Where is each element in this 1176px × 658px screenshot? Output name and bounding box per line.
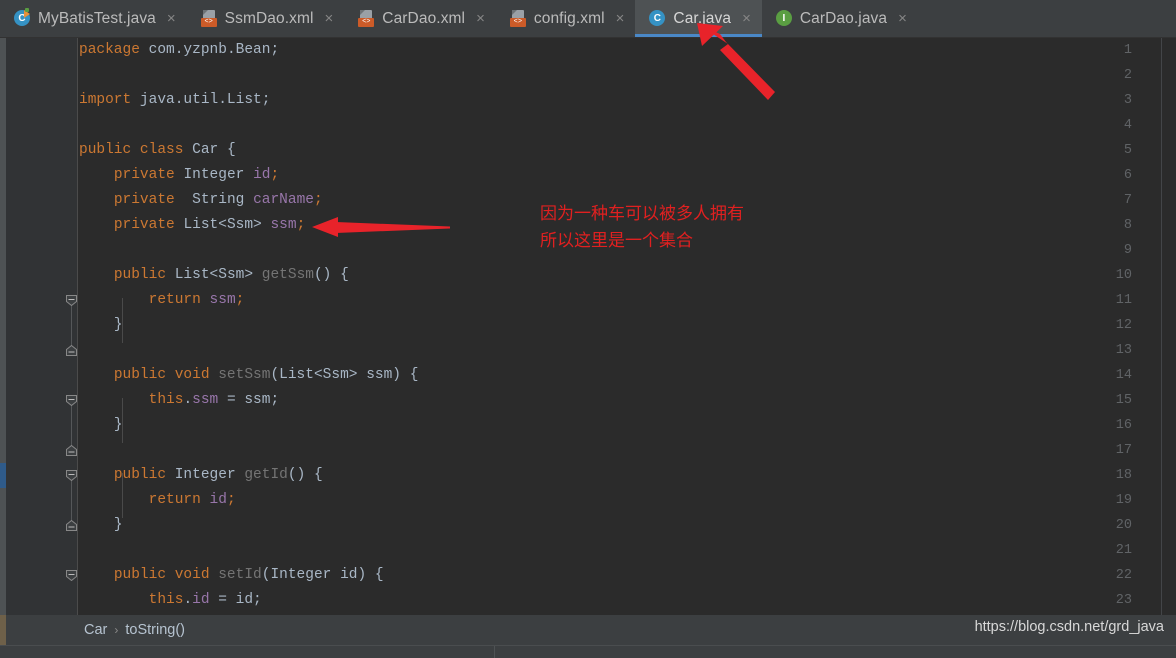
tab-close-icon[interactable]: × bbox=[165, 11, 178, 26]
java-interface-icon: I bbox=[775, 10, 793, 27]
code-line-19: return id; bbox=[148, 492, 236, 508]
code-line-10: public List<Ssm> getSsm() { bbox=[113, 267, 349, 283]
code-line-20: } bbox=[113, 517, 123, 533]
active-tab-underline bbox=[635, 34, 762, 37]
fold-marker-expanded-line-16[interactable] bbox=[66, 438, 77, 463]
status-bar-divider bbox=[494, 646, 495, 658]
breadcrumb-bar: Car › toString() https://blog.csdn.net/g… bbox=[0, 615, 1176, 645]
editor-tab-bar: C MyBatisTest.java × <> SsmDao.xml × <> … bbox=[0, 0, 1176, 38]
code-line-18: public Integer getId() { bbox=[113, 467, 323, 483]
code-line-3: import java.util.List; bbox=[79, 92, 271, 108]
java-test-class-icon: C bbox=[14, 8, 31, 27]
code-editor[interactable]: 1 2 3 4 5 6 7 8 9 10 11 12 13 14 15 16 1… bbox=[0, 38, 1176, 615]
breadcrumb-item-method[interactable]: toString() bbox=[125, 622, 185, 638]
fold-marker-expanded-line-14[interactable] bbox=[66, 388, 77, 413]
tab-label: SsmDao.xml bbox=[224, 9, 314, 27]
fold-marker-expanded-line-10[interactable] bbox=[66, 288, 77, 313]
watermark-url: https://blog.csdn.net/grd_java bbox=[974, 619, 1164, 635]
tab-label: CarDao.xml bbox=[382, 9, 466, 27]
tab-label: config.xml bbox=[533, 9, 605, 27]
annotation-line-1: 因为一种车可以被多人拥有 bbox=[540, 204, 744, 223]
java-class-icon: C bbox=[649, 10, 666, 27]
tab-label: MyBatisTest.java bbox=[38, 9, 156, 27]
annotation-line-2: 所以这里是一个集合 bbox=[540, 231, 693, 250]
code-line-23: this.id = id; bbox=[148, 592, 262, 608]
tab-mybatistest-java[interactable]: C MyBatisTest.java × bbox=[0, 0, 187, 37]
fold-marker-expanded-line-18[interactable] bbox=[66, 463, 77, 488]
tab-cardao-java[interactable]: I CarDao.java × bbox=[761, 0, 918, 37]
code-line-14: public void setSsm(List<Ssm> ssm) { bbox=[113, 367, 419, 383]
status-bar-strip bbox=[0, 645, 1176, 658]
breadcrumb-item-class[interactable]: Car bbox=[84, 622, 107, 638]
tab-config-xml[interactable]: <> config.xml × bbox=[495, 0, 636, 37]
code-line-15: this.ssm = ssm; bbox=[148, 392, 280, 408]
code-line-22: public void setId(Integer id) { bbox=[113, 567, 384, 583]
right-margin-guide bbox=[1161, 38, 1162, 615]
tab-cardao-xml[interactable]: <> CarDao.xml × bbox=[344, 0, 496, 37]
xml-file-icon: <> bbox=[358, 10, 375, 27]
code-line-11: return ssm; bbox=[148, 292, 245, 308]
code-text-area[interactable]: package com.yzpnb.Bean; import java.util… bbox=[79, 38, 1176, 615]
breadcrumb: Car › toString() bbox=[84, 622, 185, 638]
tab-close-icon[interactable]: × bbox=[614, 11, 627, 26]
breadcrumb-left-strip bbox=[0, 615, 6, 645]
code-line-7: private String carName; bbox=[113, 192, 323, 208]
code-line-1: package com.yzpnb.Bean; bbox=[79, 42, 280, 58]
tab-label: CarDao.java bbox=[799, 9, 888, 27]
fold-marker-expanded-line-22[interactable] bbox=[66, 563, 77, 588]
caret-line-marker bbox=[0, 463, 6, 488]
tab-close-icon[interactable]: × bbox=[323, 11, 336, 26]
breadcrumb-separator-icon: › bbox=[114, 623, 119, 637]
idea-editor-window: C MyBatisTest.java × <> SsmDao.xml × <> … bbox=[0, 0, 1176, 658]
tab-close-icon[interactable]: × bbox=[896, 11, 909, 26]
code-line-8: private List<Ssm> ssm; bbox=[113, 217, 306, 233]
tab-car-java[interactable]: C Car.java × bbox=[635, 0, 762, 37]
xml-file-icon: <> bbox=[509, 10, 527, 27]
tab-ssmdao-xml[interactable]: <> SsmDao.xml × bbox=[186, 0, 345, 37]
code-line-5: public class Car { bbox=[79, 142, 236, 158]
tab-close-icon[interactable]: × bbox=[740, 11, 753, 26]
fold-marker-expanded-line-20[interactable] bbox=[66, 513, 77, 538]
tab-close-icon[interactable]: × bbox=[474, 11, 487, 26]
code-line-6: private Integer id; bbox=[113, 167, 280, 183]
tab-label: Car.java bbox=[673, 9, 732, 27]
xml-file-icon: <> bbox=[200, 10, 218, 27]
code-line-16: } bbox=[113, 417, 123, 433]
code-line-12: } bbox=[113, 317, 123, 333]
fold-marker-expanded-line-12[interactable] bbox=[66, 338, 77, 363]
